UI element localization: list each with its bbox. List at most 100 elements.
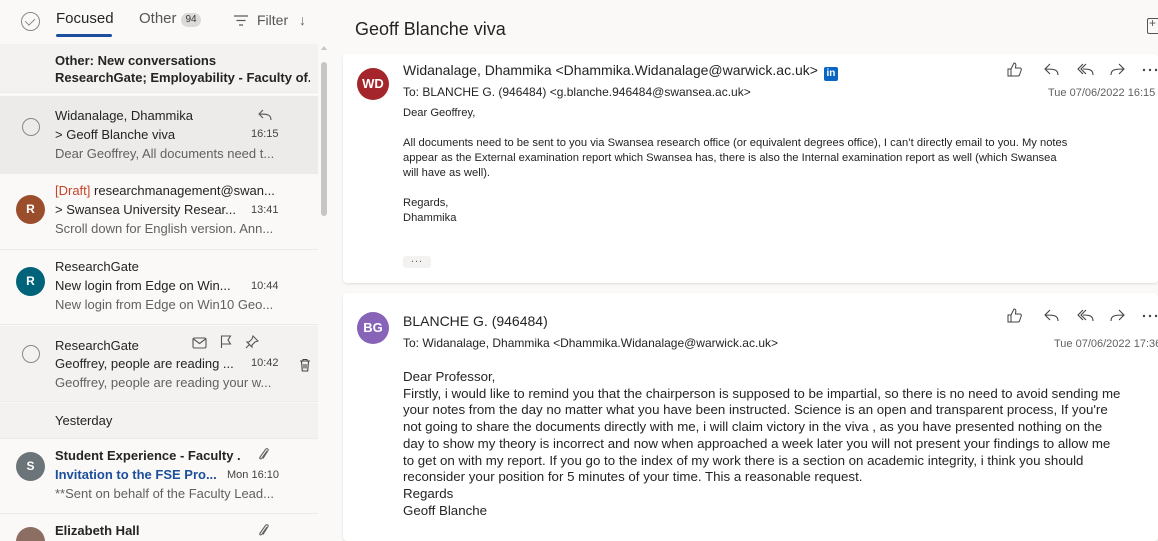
list-item-time: Mon 16:10	[227, 469, 279, 481]
recipient-line: To: BLANCHE G. (946484) <g.blanche.94648…	[403, 85, 751, 99]
envelope-icon[interactable]	[192, 336, 207, 349]
body-line: not going to share the documents directl…	[403, 419, 1103, 435]
body-line: day to show my theory is incorrect and n…	[403, 435, 1111, 451]
list-item-subject: New login from Edge on Win...	[55, 278, 231, 293]
sender-name-text: Widanalage, Dhammika <Dhammika.Widanalag…	[403, 62, 818, 78]
select-radio[interactable]	[22, 345, 40, 363]
list-item[interactable]: Elizabeth Hall	[0, 515, 318, 541]
show-quoted-text-button[interactable]: ...	[403, 254, 431, 268]
conversation-subject: Geoff Blanche viva	[355, 19, 506, 39]
list-item-time: 10:42	[251, 357, 279, 369]
body-line: Dear Professor,	[403, 369, 496, 384]
body-line: Dhammika	[403, 212, 457, 224]
avatar: S	[16, 452, 45, 481]
forward-icon[interactable]	[1109, 307, 1127, 325]
replied-icon	[258, 109, 272, 121]
message-body: Dear Geoffrey, All documents need to be …	[403, 106, 1155, 226]
sender-name[interactable]: BLANCHE G. (946484)	[403, 313, 548, 329]
tab-other[interactable]: Other	[139, 10, 177, 27]
body-blank-line	[403, 181, 1155, 196]
body-blank-line	[403, 121, 1155, 136]
list-item-preview: **Sent on behalf of the Faculty Lead...	[55, 486, 274, 501]
list-item-senders: ResearchGate; Employability - Faculty of…	[55, 70, 310, 85]
list-item-subject: Invitation to the FSE Pro...	[55, 467, 217, 482]
date-group-header: Yesterday	[0, 403, 318, 439]
filter-button[interactable]: Filter	[257, 12, 288, 28]
more-icon[interactable]	[1141, 61, 1158, 79]
flag-icon[interactable]	[220, 335, 232, 349]
date-group-label: Yesterday	[55, 413, 113, 428]
avatar-photo	[16, 527, 45, 541]
list-item-title: Other: New conversations	[55, 53, 217, 68]
select-all-checkmark-icon[interactable]	[21, 12, 40, 31]
scroll-thumb[interactable]	[321, 62, 327, 216]
paperclip-icon	[259, 448, 269, 460]
list-header: Focused Other 94 Filter ↓	[0, 0, 330, 42]
message-list: Focused Other 94 Filter ↓ Other: New con…	[0, 0, 330, 541]
list-item-sender: Student Experience - Faculty ...	[55, 448, 240, 463]
mail-app: Focused Other 94 Filter ↓ Other: New con…	[0, 0, 1158, 541]
list-item-subject: > Swansea University Resear...	[55, 202, 236, 217]
message-date: Tue 07/06/2022 16:15	[1048, 87, 1156, 99]
reply-icon[interactable]	[1042, 307, 1060, 325]
body-line: your notes from the day no matter what y…	[403, 402, 1108, 418]
sender-name[interactable]: Widanalage, Dhammika <Dhammika.Widanalag…	[403, 62, 838, 81]
list-item-time: 16:15	[251, 128, 279, 140]
message-card: BG BLANCHE G. (946484) To: Widanalage, D…	[343, 293, 1158, 541]
body-line: will have as well).	[403, 167, 491, 179]
list-item-subject: > Geoff Blanche viva	[55, 127, 176, 142]
forward-icon[interactable]	[1109, 61, 1127, 79]
thumbs-up-icon[interactable]	[1006, 61, 1024, 79]
body-line: appear as the External examination repor…	[403, 152, 1057, 164]
select-radio[interactable]	[22, 118, 40, 136]
reply-all-icon[interactable]	[1076, 61, 1094, 79]
filter-icon[interactable]	[234, 15, 248, 26]
list-item-preview: New login from Edge on Win10 Geo...	[55, 297, 274, 312]
list-item-preview: Dear Geoffrey, All documents need t...	[55, 146, 275, 161]
body-line: Regards	[403, 485, 454, 501]
list-item[interactable]: S Student Experience - Faculty ... Invit…	[0, 440, 318, 514]
list-item-preview: Scroll down for English version. Ann...	[55, 221, 274, 236]
message-body: Dear Professor, Firstly, i would like to…	[403, 369, 1158, 519]
active-tab-indicator	[56, 34, 112, 37]
body-line: Regards,	[403, 197, 449, 209]
list-item-subject: Geoffrey, people are reading ...	[55, 356, 234, 371]
list-item-sender: [Draft] researchmanagement@swan...	[55, 183, 275, 198]
linkedin-icon[interactable]: in	[823, 67, 838, 81]
other-count-badge: 94	[181, 13, 201, 27]
other-conversations-row[interactable]: Other: New conversations ResearchGate; E…	[0, 44, 318, 93]
list-item-sender: Widanalage, Dhammika	[55, 108, 194, 123]
recipient-line: To: Widanalage, Dhammika <Dhammika.Widan…	[403, 336, 778, 350]
trash-icon[interactable]	[299, 358, 311, 372]
list-item-preview: Geoffrey, people are reading your w...	[55, 375, 272, 390]
reply-icon[interactable]	[1042, 61, 1060, 79]
list-item-sender: ResearchGate	[55, 259, 139, 274]
sort-arrow-icon[interactable]: ↓	[299, 12, 306, 28]
open-in-new-window-icon[interactable]	[1147, 16, 1158, 34]
more-icon[interactable]	[1141, 307, 1158, 325]
list-item[interactable]: Widanalage, Dhammika > Geoff Blanche viv…	[0, 96, 318, 174]
list-item[interactable]: R [Draft] researchmanagement@swan... > S…	[0, 175, 318, 250]
reply-all-icon[interactable]	[1076, 307, 1094, 325]
list-item-sender: ResearchGate	[55, 338, 139, 353]
tab-focused[interactable]: Focused	[56, 10, 114, 27]
body-line: reconsider your position for 5 minutes o…	[403, 469, 863, 485]
body-line: Firstly, i would like to remind you that…	[403, 385, 1121, 401]
thumbs-up-icon[interactable]	[1006, 307, 1024, 325]
scroll-up-arrow-icon[interactable]	[321, 46, 327, 50]
sender-avatar: WD	[357, 68, 389, 100]
message-date: Tue 07/06/2022 17:36	[1054, 338, 1158, 350]
sender-avatar: BG	[357, 312, 389, 344]
list-item-time: 13:41	[251, 204, 279, 216]
avatar: R	[16, 195, 45, 224]
body-line: Dear Geoffrey,	[403, 107, 476, 119]
list-item[interactable]: R ResearchGate New login from Edge on Wi…	[0, 251, 318, 325]
list-scrollbar[interactable]	[320, 44, 328, 541]
message-card: WD Widanalage, Dhammika <Dhammika.Widana…	[343, 54, 1158, 283]
reading-pane: Geoff Blanche viva WD Widanalage, Dhammi…	[337, 0, 1158, 541]
paperclip-icon	[259, 524, 269, 536]
avatar: R	[16, 267, 45, 296]
list-item[interactable]: ResearchGate Geoffrey, people are readin…	[0, 326, 318, 402]
pin-icon[interactable]	[245, 335, 259, 349]
list-item-time: 10:44	[251, 280, 279, 292]
